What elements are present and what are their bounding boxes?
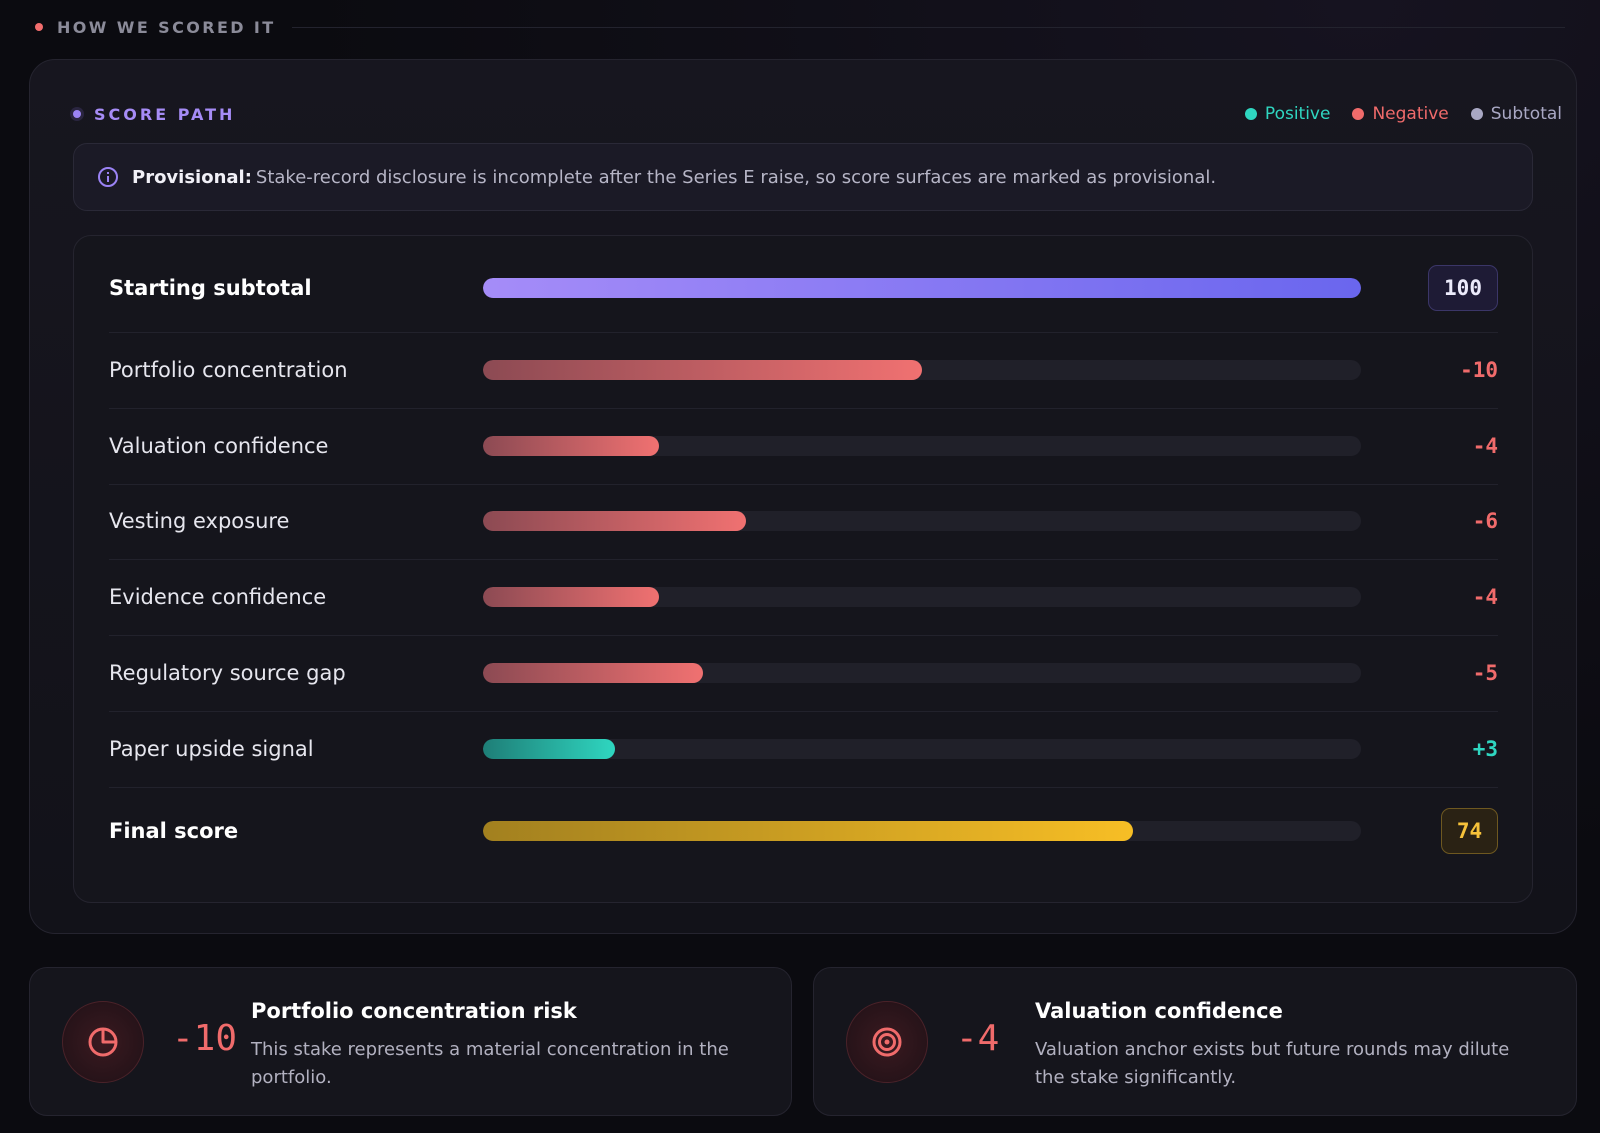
legend-dot-icon [1352, 108, 1365, 120]
score-bar-track [483, 821, 1361, 841]
legend-item-negative: Negative [1352, 104, 1449, 124]
driver-title: Portfolio concentration risk [251, 999, 577, 1023]
score-row: Vesting exposure -6 [109, 498, 1498, 544]
score-bar-fill [483, 360, 922, 380]
score-row: Starting subtotal 100 [109, 265, 1498, 311]
score-bar-track [483, 587, 1361, 607]
score-bar-fill [483, 511, 746, 531]
score-row-label: Portfolio concentration [109, 358, 348, 382]
score-bar-track [483, 663, 1361, 683]
score-path-card: SCORE PATH Positive Negative Subtotal Pr… [29, 59, 1577, 934]
score-bar-track [483, 511, 1361, 531]
score-row-label: Paper upside signal [109, 737, 314, 761]
score-bar-fill [483, 663, 703, 683]
score-path-title: SCORE PATH [94, 104, 236, 124]
driver-card-portfolio-concentration: -10 Portfolio concentration risk This st… [29, 967, 792, 1116]
score-row-value: -5 [1472, 661, 1498, 685]
row-divider [109, 635, 1498, 636]
row-divider [109, 332, 1498, 333]
provisional-notice: Provisional: Stake-record disclosure is i… [73, 143, 1533, 211]
driver-description: Valuation anchor exists but future round… [1035, 1039, 1510, 1088]
notice-text: Provisional: Stake-record disclosure is i… [132, 167, 1216, 188]
score-row-label: Starting subtotal [109, 276, 312, 300]
score-bar-fill [483, 436, 659, 456]
card-header: SCORE PATH Positive Negative Subtotal [70, 102, 1562, 126]
row-divider [109, 484, 1498, 485]
legend-dot-icon [1470, 108, 1483, 120]
score-row-label: Regulatory source gap [109, 661, 346, 685]
score-row: Valuation confidence -4 [109, 423, 1498, 469]
score-row: Paper upside signal +3 [109, 726, 1498, 772]
row-divider [109, 559, 1498, 560]
score-bar-track [483, 436, 1361, 456]
subtotal-badge: 100 [1428, 265, 1498, 311]
section-divider [291, 26, 1565, 28]
score-row-value: -10 [1460, 358, 1498, 382]
legend-label: Negative [1372, 104, 1449, 124]
row-divider [109, 711, 1498, 712]
target-icon [846, 1001, 928, 1083]
section-header: HOW WE SCORED IT [35, 17, 1565, 37]
score-row: Evidence confidence -4 [109, 574, 1498, 620]
score-row-label: Evidence confidence [109, 585, 327, 609]
score-row: Final score 74 [109, 808, 1498, 854]
row-divider [109, 787, 1498, 788]
final-score-badge: 74 [1441, 808, 1498, 854]
score-bar-fill [483, 739, 615, 759]
score-bar-fill [483, 278, 1361, 298]
legend: Positive Negative Subtotal [1244, 104, 1562, 124]
pie-chart-icon [62, 1001, 144, 1083]
score-bar-fill [483, 821, 1133, 841]
score-row-value: -4 [1472, 585, 1498, 609]
score-row: Regulatory source gap -5 [109, 650, 1498, 696]
info-icon [98, 167, 118, 187]
driver-title: Valuation confidence [1035, 999, 1283, 1023]
section-title: HOW WE SCORED IT [57, 17, 276, 37]
score-row: Portfolio concentration -10 [109, 347, 1498, 393]
driver-value: -4 [956, 1018, 1000, 1059]
legend-label: Positive [1264, 104, 1331, 124]
row-divider [109, 408, 1498, 409]
section-bullet-icon [35, 23, 43, 31]
legend-item-positive: Positive [1244, 104, 1331, 124]
score-row-label: Vesting exposure [109, 509, 290, 533]
legend-item-subtotal: Subtotal [1470, 104, 1562, 124]
score-path-dot-icon [70, 107, 84, 121]
driver-value: -10 [172, 1018, 238, 1059]
legend-dot-icon [1244, 108, 1257, 120]
score-row-value: -4 [1472, 434, 1498, 458]
legend-label: Subtotal [1490, 104, 1562, 124]
driver-description: This stake represents a material concent… [251, 1039, 729, 1088]
notice-strong: Provisional: [132, 166, 252, 188]
score-bar-track [483, 739, 1361, 759]
driver-card-valuation-confidence: -4 Valuation confidence Valuation anchor… [813, 967, 1577, 1116]
score-row-value: +3 [1472, 737, 1498, 761]
score-row-label: Final score [109, 819, 239, 843]
score-bar-track [483, 360, 1361, 380]
score-bar-track [483, 278, 1361, 298]
score-row-value: -6 [1472, 509, 1498, 533]
score-row-label: Valuation confidence [109, 434, 329, 458]
notice-body: Stake-record disclosure is incomplete af… [255, 166, 1217, 188]
score-bar-fill [483, 587, 659, 607]
score-path-heading: SCORE PATH [70, 105, 235, 124]
score-rows-panel: Starting subtotal 100 Portfolio concentrat… [73, 235, 1533, 903]
